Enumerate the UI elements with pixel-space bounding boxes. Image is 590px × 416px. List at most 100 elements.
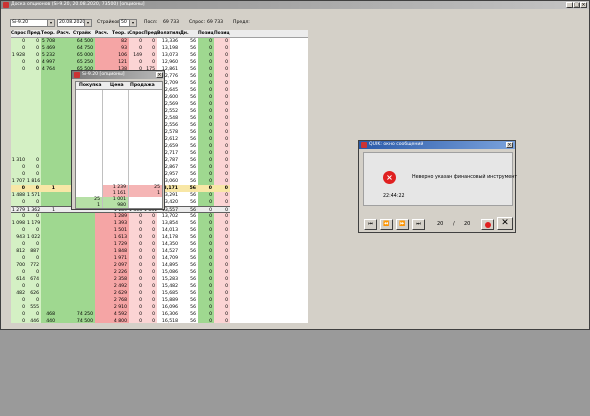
grid-cell[interactable]: 2 097	[112, 262, 129, 269]
grid-cell[interactable]: 0	[144, 283, 157, 290]
grid-cell[interactable]: 0	[11, 227, 27, 234]
grid-cell[interactable]	[57, 38, 73, 45]
grid-cell[interactable]	[73, 220, 95, 227]
grid-cell[interactable]	[27, 73, 41, 80]
grid-cell[interactable]: 56	[180, 185, 198, 192]
grid-cell[interactable]: 0	[27, 269, 41, 276]
grid-cell[interactable]: 0	[144, 213, 157, 220]
grid-cell[interactable]: 4 592	[112, 311, 129, 318]
grid-cell[interactable]: 0	[214, 94, 230, 101]
grid-cell[interactable]: 65 000	[73, 52, 95, 59]
grid-cell[interactable]: 15,086	[157, 269, 180, 276]
grid-cell[interactable]: 0	[27, 66, 41, 73]
grid-cell[interactable]	[41, 164, 57, 171]
grid-cell[interactable]	[57, 297, 73, 304]
grid-cell[interactable]	[57, 283, 73, 290]
grid-cell[interactable]	[41, 283, 57, 290]
grid-cell[interactable]: 0	[214, 66, 230, 73]
grid-cell[interactable]: 0	[214, 101, 230, 108]
grid-cell[interactable]: 0	[198, 290, 214, 297]
grid-cell[interactable]: 0	[198, 269, 214, 276]
grid-cell[interactable]	[41, 80, 57, 87]
grid-column-header[interactable]: Страйк	[73, 30, 95, 37]
grid-cell[interactable]: 0	[27, 213, 41, 220]
grid-cell[interactable]	[11, 87, 27, 94]
grid-cell[interactable]	[73, 269, 95, 276]
grid-cell[interactable]: 15,283	[157, 276, 180, 283]
grid-cell[interactable]	[73, 234, 95, 241]
grid-cell[interactable]	[41, 269, 57, 276]
grid-cell[interactable]	[57, 304, 73, 311]
grid-cell[interactable]: 772	[27, 262, 41, 269]
grid-cell[interactable]	[95, 59, 112, 66]
grid-cell[interactable]	[95, 283, 112, 290]
message-titlebar[interactable]: QUIK: окно сообщений	[359, 141, 515, 149]
grid-cell[interactable]: 1 393	[112, 220, 129, 227]
grid-cell[interactable]	[95, 290, 112, 297]
grid-cell[interactable]: 446	[27, 318, 41, 323]
grid-cell[interactable]: 0	[129, 255, 144, 262]
grid-cell[interactable]: 0	[198, 192, 214, 199]
grid-cell[interactable]	[27, 101, 41, 108]
grid-cell[interactable]	[41, 115, 57, 122]
grid-cell[interactable]: 0	[198, 304, 214, 311]
grid-cell[interactable]: 0	[11, 255, 27, 262]
record-button[interactable]	[481, 219, 494, 230]
grid-cell[interactable]	[41, 157, 57, 164]
grid-cell[interactable]: 56	[180, 94, 198, 101]
grid-cell[interactable]: 0	[214, 108, 230, 115]
grid-cell[interactable]: 56	[180, 311, 198, 318]
grid-cell[interactable]: 16,518	[157, 318, 180, 323]
grid-cell[interactable]: 0	[129, 262, 144, 269]
grid-cell[interactable]: 0	[214, 262, 230, 269]
close-button[interactable]: ×	[506, 142, 513, 148]
grid-cell[interactable]	[11, 73, 27, 80]
grid-cell[interactable]: 0	[11, 171, 27, 178]
grid-cell[interactable]: 56	[180, 262, 198, 269]
grid-cell[interactable]: 943	[11, 234, 27, 241]
grid-cell[interactable]: 0	[129, 290, 144, 297]
grid-cell[interactable]: 0	[214, 143, 230, 150]
grid-cell[interactable]: 0	[214, 52, 230, 59]
grid-cell[interactable]: 0	[214, 234, 230, 241]
grid-cell[interactable]: 2 629	[112, 290, 129, 297]
grid-cell[interactable]: 700	[11, 262, 27, 269]
grid-cell[interactable]: 812	[11, 248, 27, 255]
grid-cell[interactable]: 0	[129, 45, 144, 52]
grid-cell[interactable]	[57, 220, 73, 227]
grid-cell[interactable]	[73, 304, 95, 311]
grid-cell[interactable]	[11, 150, 27, 157]
grid-cell[interactable]: 0	[198, 199, 214, 206]
grid-cell[interactable]: 56	[180, 157, 198, 164]
grid-cell[interactable]: 1 848	[112, 248, 129, 255]
grid-cell[interactable]: 0	[129, 297, 144, 304]
grid-cell[interactable]: 12,960	[157, 59, 180, 66]
grid-cell[interactable]	[41, 255, 57, 262]
grid-cell[interactable]: 2 358	[112, 276, 129, 283]
grid-cell[interactable]: 0	[144, 45, 157, 52]
grid-cell[interactable]: 56	[180, 66, 198, 73]
grid-cell[interactable]	[11, 115, 27, 122]
grid-cell[interactable]	[73, 213, 95, 220]
grid-cell[interactable]: 0	[144, 262, 157, 269]
grid-cell[interactable]: 0	[27, 38, 41, 45]
grid-cell[interactable]: 0	[214, 220, 230, 227]
grid-cell[interactable]: 0	[198, 206, 214, 213]
grid-cell[interactable]: 0	[27, 164, 41, 171]
grid-cell[interactable]	[41, 276, 57, 283]
grid-cell[interactable]: 74 500	[73, 318, 95, 323]
grid-cell[interactable]: 56	[180, 192, 198, 199]
grid-cell[interactable]: 0	[198, 297, 214, 304]
grid-cell[interactable]: 0	[198, 66, 214, 73]
grid-cell[interactable]: 1 310	[11, 157, 27, 164]
grid-cell[interactable]	[41, 241, 57, 248]
grid-cell[interactable]	[41, 122, 57, 129]
grid-cell[interactable]: 0	[198, 115, 214, 122]
grid-cell[interactable]: 4 800	[112, 318, 129, 323]
grid-cell[interactable]	[41, 199, 57, 206]
grid-cell[interactable]: 0	[144, 59, 157, 66]
grid-cell[interactable]	[41, 220, 57, 227]
grid-cell[interactable]: 13,702	[157, 213, 180, 220]
grid-cell[interactable]: 56	[180, 178, 198, 185]
grid-cell[interactable]	[27, 115, 41, 122]
